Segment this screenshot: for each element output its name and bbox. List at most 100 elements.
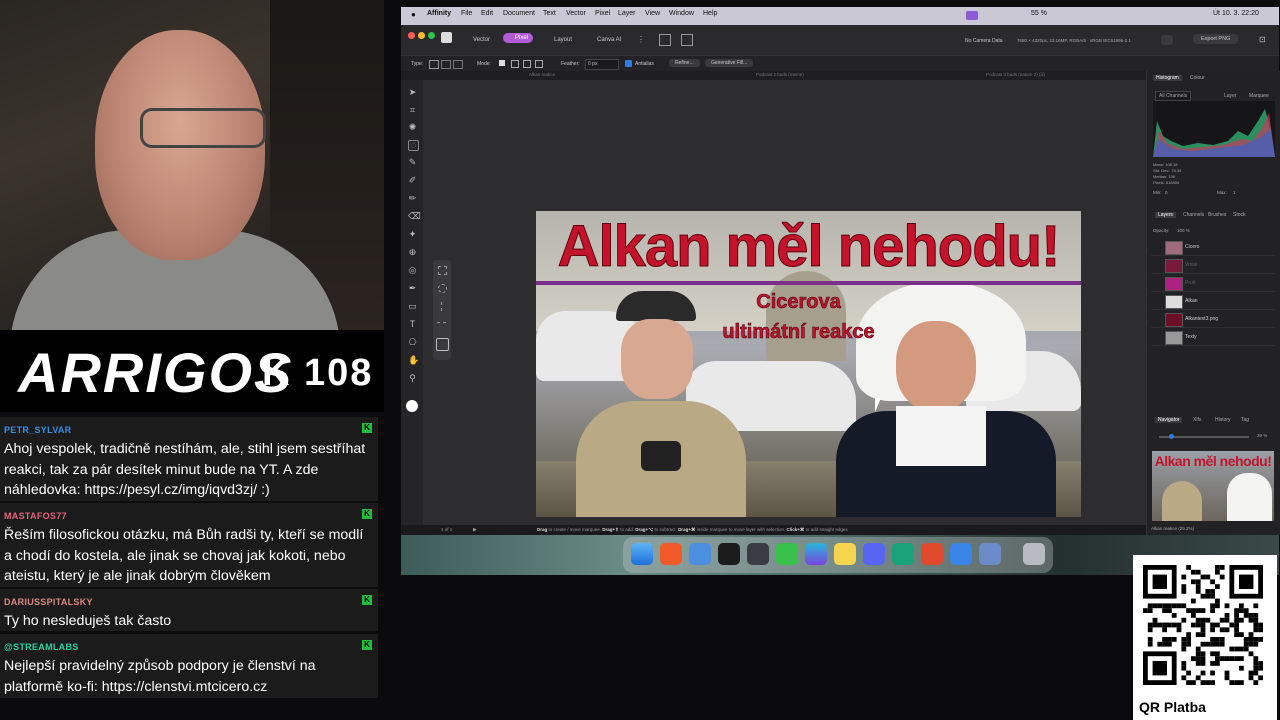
layer-row[interactable]: Cicero: [1151, 239, 1275, 256]
discord-icon[interactable]: [863, 543, 885, 565]
canva-icon[interactable]: [805, 543, 827, 565]
navigator-zoom[interactable]: 29 %: [1257, 433, 1267, 438]
trash-icon[interactable]: [1023, 543, 1045, 565]
more-options-icon[interactable]: ⋮: [637, 35, 645, 44]
menu-edit[interactable]: Edit: [481, 10, 493, 17]
histogram-option-marquee[interactable]: Marquee: [1249, 93, 1269, 99]
doc-tab-active[interactable]: Alkan reakce: [529, 72, 555, 77]
mail-icon[interactable]: [689, 543, 711, 565]
notes-icon[interactable]: [834, 543, 856, 565]
menu-affinity[interactable]: Affinity: [427, 10, 451, 17]
blemish-tool-icon[interactable]: ◎: [408, 266, 417, 275]
zoom-slider[interactable]: [1159, 434, 1249, 439]
dodge-tool-icon[interactable]: ✦: [408, 230, 417, 239]
paint-brush-icon[interactable]: ✐: [408, 176, 417, 185]
erase-brush-icon[interactable]: ⌫: [408, 212, 421, 221]
menu-help[interactable]: Help: [703, 10, 717, 17]
move-tool-icon[interactable]: ➤: [408, 88, 417, 97]
tab-xlfs[interactable]: Xlfs: [1193, 417, 1201, 423]
generative-fill-button[interactable]: Generative Fill...: [705, 59, 754, 67]
magnetic-type-icon[interactable]: [453, 60, 463, 69]
menu-document[interactable]: Document: [503, 10, 535, 17]
affinity-logo-icon[interactable]: [441, 32, 452, 43]
menu-pixel[interactable]: Pixel: [595, 10, 610, 17]
layer-row[interactable]: Alkan: [1151, 293, 1275, 310]
ellipse-marquee-icon[interactable]: [438, 284, 447, 293]
menu-layer[interactable]: Layer: [618, 10, 636, 17]
menu-vector[interactable]: Vector: [566, 10, 586, 17]
persona-layout[interactable]: Layout: [554, 37, 572, 43]
refine-button[interactable]: Refine...: [669, 59, 700, 67]
menu-window[interactable]: Window: [669, 10, 694, 17]
antialias-checkbox[interactable]: [625, 60, 632, 67]
layer-row[interactable]: Texty: [1151, 329, 1275, 346]
mode-add-icon[interactable]: [511, 60, 519, 68]
thumbnail-artwork[interactable]: Alkan měl nehodu! Cicerova ultimátní rea…: [536, 211, 1081, 517]
freehand-type-icon[interactable]: [429, 60, 439, 69]
layer-row[interactable]: Vrstvi: [1151, 257, 1275, 274]
opacity-value[interactable]: 100 %: [1177, 228, 1190, 233]
layer-row[interactable]: Alkantext3.png: [1151, 311, 1275, 328]
tab-stock[interactable]: Stock: [1233, 212, 1246, 218]
tab-histogram[interactable]: Histogram: [1153, 75, 1182, 81]
apple-icon[interactable]: ●: [411, 10, 416, 19]
selection-brush-icon[interactable]: ✺: [408, 123, 417, 132]
page-next-icon[interactable]: ▶: [473, 527, 477, 533]
mode-toggle-icon[interactable]: [1161, 35, 1173, 45]
app-icon[interactable]: [892, 543, 914, 565]
mode-new-icon[interactable]: [499, 60, 505, 66]
polygonal-type-icon[interactable]: [441, 60, 451, 69]
fill-tool-icon[interactable]: ✏: [408, 194, 417, 203]
persona-pixel[interactable]: Pixel: [503, 33, 534, 43]
tab-brushes[interactable]: Brushes: [1208, 212, 1226, 218]
zoom-window-button[interactable]: [428, 32, 435, 39]
menu-text[interactable]: Text: [543, 10, 556, 17]
snapping-icon[interactable]: [659, 34, 671, 46]
text-tool-icon[interactable]: T: [408, 320, 417, 329]
pen-tool-icon[interactable]: ✒: [408, 284, 417, 293]
app-icon[interactable]: [979, 543, 1001, 565]
brave-icon[interactable]: [660, 543, 682, 565]
shape-tool-icon[interactable]: ▭: [408, 302, 417, 311]
persona-vector[interactable]: Vector: [473, 37, 490, 43]
freehand-selection-tool-icon[interactable]: ◌: [408, 140, 419, 151]
app-icon[interactable]: [718, 543, 740, 565]
doc-tab[interactable]: Podcast 3 buds (nature 2) (iii): [986, 72, 1045, 77]
tab-history[interactable]: History: [1215, 417, 1231, 423]
zoom-tool-icon[interactable]: ⚲: [408, 374, 417, 383]
row-marquee-icon[interactable]: [437, 322, 446, 324]
minimize-window-button[interactable]: [418, 32, 425, 39]
histogram-option-layer[interactable]: Layer: [1224, 93, 1237, 99]
davinci-icon[interactable]: [747, 543, 769, 565]
export-png-button[interactable]: Export PNG: [1193, 34, 1239, 44]
doc-tab[interactable]: Podcast 2 buds (meme): [756, 72, 804, 77]
tab-tag[interactable]: Tag: [1241, 417, 1249, 423]
affinity-icon[interactable]: [776, 543, 798, 565]
mode-subtract-icon[interactable]: [523, 60, 531, 68]
gradient-tool-icon[interactable]: ⎔: [408, 338, 417, 347]
share-icon[interactable]: ⊡: [1259, 35, 1266, 44]
mode-intersect-icon[interactable]: [535, 60, 543, 68]
navigator-preview[interactable]: Alkan měl nehodu!: [1152, 451, 1274, 521]
tab-layers[interactable]: Layers: [1155, 212, 1177, 218]
close-window-button[interactable]: [408, 32, 415, 39]
menu-file[interactable]: File: [461, 10, 472, 17]
freehand-marquee-icon[interactable]: [436, 338, 449, 351]
finder-icon[interactable]: [631, 543, 653, 565]
column-marquee-icon[interactable]: [441, 302, 443, 311]
menu-view[interactable]: View: [645, 10, 660, 17]
app-status-icon[interactable]: [966, 11, 978, 20]
persona-canva-ai[interactable]: Canva AI: [597, 37, 621, 43]
crop-tool-icon[interactable]: ⌗: [408, 106, 417, 115]
app-icon[interactable]: [950, 543, 972, 565]
app-icon[interactable]: [921, 543, 943, 565]
tab-colour[interactable]: Colour: [1190, 75, 1205, 81]
channel-select[interactable]: All Channels: [1155, 91, 1192, 101]
clone-tool-icon[interactable]: ⊕: [408, 248, 417, 257]
feather-input[interactable]: 0 px: [585, 59, 619, 70]
canvas-area[interactable]: Alkan měl nehodu! Cicerova ultimátní rea…: [423, 80, 1146, 525]
rect-marquee-icon[interactable]: [438, 266, 447, 275]
color-swatch-icon[interactable]: [406, 400, 418, 412]
layer-row[interactable]: Pruh: [1151, 275, 1275, 292]
hand-tool-icon[interactable]: ✋: [408, 356, 419, 365]
